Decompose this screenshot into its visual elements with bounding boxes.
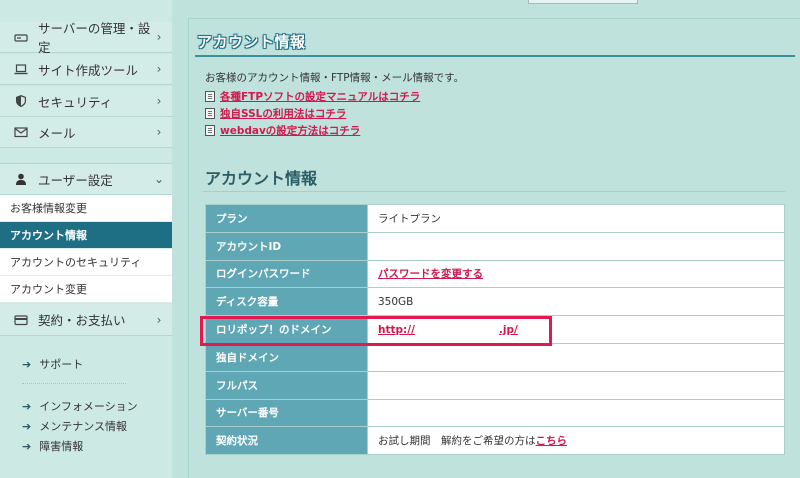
mail-icon <box>14 125 28 139</box>
sidebar-sub-label: アカウント変更 <box>10 283 87 296</box>
full-path-value <box>367 370 785 400</box>
sidebar-link-label: メンテナンス情報 <box>39 420 127 433</box>
webdav-manual-link[interactable]: webdavの設定方法はコチラ <box>205 123 360 138</box>
table-row: プラン ライトプラン <box>205 204 785 233</box>
sidebar-link-information[interactable]: ➔ インフォメーション <box>22 398 138 414</box>
login-password-label: ログインパスワード <box>205 259 368 289</box>
sidebar: サーバーの管理・設定 › サイト作成ツール › セキュリティ › メール › ユ… <box>0 0 172 478</box>
intro-text: お客様のアカウント情報・FTP情報・メール情報です。 <box>205 72 465 84</box>
lolipop-domain-link[interactable]: http:// .jp/ <box>378 324 518 336</box>
disk-capacity-label: ディスク容量 <box>205 287 368 317</box>
account-id-label: アカウントID <box>205 231 368 261</box>
table-row: ログインパスワード パスワードを変更する <box>205 259 785 289</box>
account-id-value <box>367 231 785 261</box>
login-password-cell: パスワードを変更する <box>367 259 785 289</box>
plan-value: ライトプラン <box>367 204 785 233</box>
sidebar-item-label: 契約・お支払い <box>38 313 126 328</box>
chevron-right-icon: › <box>156 62 162 76</box>
sidebar-item-site-tools[interactable]: サイト作成ツール › <box>0 54 172 85</box>
table-row: サーバー番号 <box>205 398 785 428</box>
sidebar-item-label: サーバーの管理・設定 <box>38 21 151 55</box>
sidebar-sub-label: アカウント情報 <box>10 229 87 242</box>
chevron-right-icon: › <box>156 94 162 108</box>
sidebar-link-label: サポート <box>39 358 84 371</box>
link-label: webdavの設定方法はコチラ <box>220 125 361 137</box>
link-label: 各種FTPソフトの設定マニュアルはコチラ <box>220 91 421 103</box>
disk-capacity-value: 350GB <box>367 287 785 317</box>
document-icon <box>205 91 215 102</box>
lolipop-domain-cell: http:// .jp/ <box>367 315 785 344</box>
sidebar-sub-account-info[interactable]: アカウント情報 <box>0 222 172 249</box>
arrow-right-icon: ➔ <box>22 357 32 371</box>
sidebar-sub-label: アカウントのセキュリティ <box>10 256 142 269</box>
lolipop-domain-label: ロリポップ！のドメイン <box>205 315 368 344</box>
section-title: アカウント情報 <box>205 169 318 188</box>
chevron-right-icon: › <box>156 125 162 139</box>
main-content: アカウント情報 お客様のアカウント情報・FTP情報・メール情報です。 各種FTP… <box>188 18 800 478</box>
sidebar-item-security[interactable]: セキュリティ › <box>0 86 172 117</box>
laptop-icon <box>14 62 28 76</box>
custom-domain-value <box>367 342 785 372</box>
chevron-right-icon: › <box>156 312 162 327</box>
table-row: フルパス <box>205 370 785 400</box>
sidebar-separator <box>22 383 126 384</box>
sidebar-item-label: セキュリティ <box>38 94 113 110</box>
sidebar-item-label: メール <box>38 125 76 141</box>
credit-card-icon <box>14 313 28 327</box>
chevron-down-icon: ⌄ <box>153 172 165 186</box>
arrow-right-icon: ➔ <box>22 399 32 413</box>
full-path-label: フルパス <box>205 370 368 400</box>
table-row: ロリポップ！のドメイン http:// .jp/ <box>205 315 785 344</box>
top-bar-fragment <box>528 0 638 4</box>
sidebar-sub-account-security[interactable]: アカウントのセキュリティ <box>0 249 172 276</box>
table-row: 独自ドメイン <box>205 342 785 372</box>
cancel-request-link[interactable]: こちら <box>536 435 568 447</box>
sidebar-item-billing[interactable]: 契約・お支払い › <box>0 304 172 336</box>
link-label: 独自SSLの利用法はコチラ <box>220 108 347 120</box>
sidebar-sub-account-change[interactable]: アカウント変更 <box>0 276 172 303</box>
sidebar-sub-label: お客様情報変更 <box>10 202 87 215</box>
document-icon <box>205 125 215 136</box>
table-row: 契約状況 お試し期間 解約をご希望の方はこちら <box>205 426 785 456</box>
shield-icon <box>14 94 28 108</box>
domain-prefix: http:// <box>378 323 415 336</box>
sidebar-item-label: サイト作成ツール <box>38 62 139 78</box>
user-icon <box>14 172 28 186</box>
sidebar-sub-customer-info[interactable]: お客様情報変更 <box>0 195 172 222</box>
account-info-table: プラン ライトプラン アカウントID ログインパスワード パスワードを変更する … <box>205 204 785 456</box>
ssl-manual-link[interactable]: 独自SSLの利用法はコチラ <box>205 106 346 121</box>
sidebar-link-incidents[interactable]: ➔ 障害情報 <box>22 438 83 454</box>
sidebar-link-maintenance[interactable]: ➔ メンテナンス情報 <box>22 418 127 434</box>
title-divider <box>195 55 795 57</box>
change-password-link[interactable]: パスワードを変更する <box>378 268 483 280</box>
arrow-right-icon: ➔ <box>22 419 32 433</box>
contract-status-text: お試し期間 解約をご希望の方は <box>378 435 536 448</box>
server-number-label: サーバー番号 <box>205 398 368 428</box>
sidebar-item-user-settings[interactable]: ユーザー設定 ⌄ <box>0 163 172 195</box>
ftp-manual-link[interactable]: 各種FTPソフトの設定マニュアルはコチラ <box>205 89 420 104</box>
chevron-right-icon: › <box>156 30 162 44</box>
sidebar-link-label: 障害情報 <box>39 440 84 453</box>
sidebar-link-label: インフォメーション <box>39 400 138 413</box>
sidebar-link-support[interactable]: ➔ サポート <box>22 356 83 372</box>
sidebar-item-mail[interactable]: メール › <box>0 117 172 148</box>
sidebar-item-server-settings[interactable]: サーバーの管理・設定 › <box>0 21 172 55</box>
server-icon <box>14 30 28 44</box>
custom-domain-label: 独自ドメイン <box>205 342 368 372</box>
arrow-right-icon: ➔ <box>22 439 32 453</box>
contract-status-cell: お試し期間 解約をご希望の方はこちら <box>367 426 785 456</box>
domain-suffix: .jp/ <box>498 323 518 336</box>
plan-label: プラン <box>205 204 368 233</box>
table-row: ディスク容量 350GB <box>205 287 785 317</box>
contract-status-label: 契約状況 <box>205 426 368 456</box>
sidebar-item-label: ユーザー設定 <box>38 172 113 188</box>
page-title: アカウント情報 <box>197 33 306 51</box>
document-icon <box>205 108 215 119</box>
server-number-value <box>367 398 785 428</box>
table-row: アカウントID <box>205 231 785 261</box>
section-divider <box>203 191 785 192</box>
